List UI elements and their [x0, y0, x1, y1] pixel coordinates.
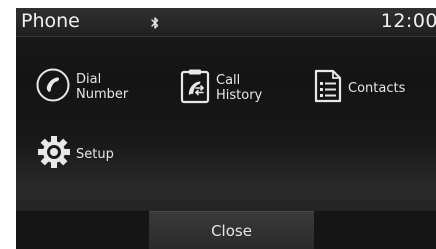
setup-button[interactable]: Setup: [36, 135, 114, 173]
clock: 12:00: [380, 10, 436, 32]
status-bar: Phone 12:00: [16, 8, 436, 37]
bluetooth-icon: [150, 15, 160, 29]
gear-icon: [36, 135, 72, 173]
handset-icon: [36, 68, 70, 106]
dial-number-button[interactable]: Dial Number: [36, 68, 128, 106]
setup-label: Setup: [76, 146, 114, 162]
page-title: Phone: [21, 10, 80, 32]
dial-number-label: Dial Number: [76, 72, 129, 102]
close-button[interactable]: Close: [149, 211, 314, 249]
contacts-label: Contacts: [348, 80, 406, 96]
call-history-button[interactable]: Call History: [180, 68, 262, 108]
contacts-button[interactable]: Contacts: [314, 69, 405, 107]
contacts-icon: [314, 69, 342, 107]
call-history-icon: [180, 68, 210, 108]
call-history-label: Call History: [216, 73, 263, 103]
phone-screen: Phone 12:00 Dial Number Call History Con…: [16, 8, 436, 249]
